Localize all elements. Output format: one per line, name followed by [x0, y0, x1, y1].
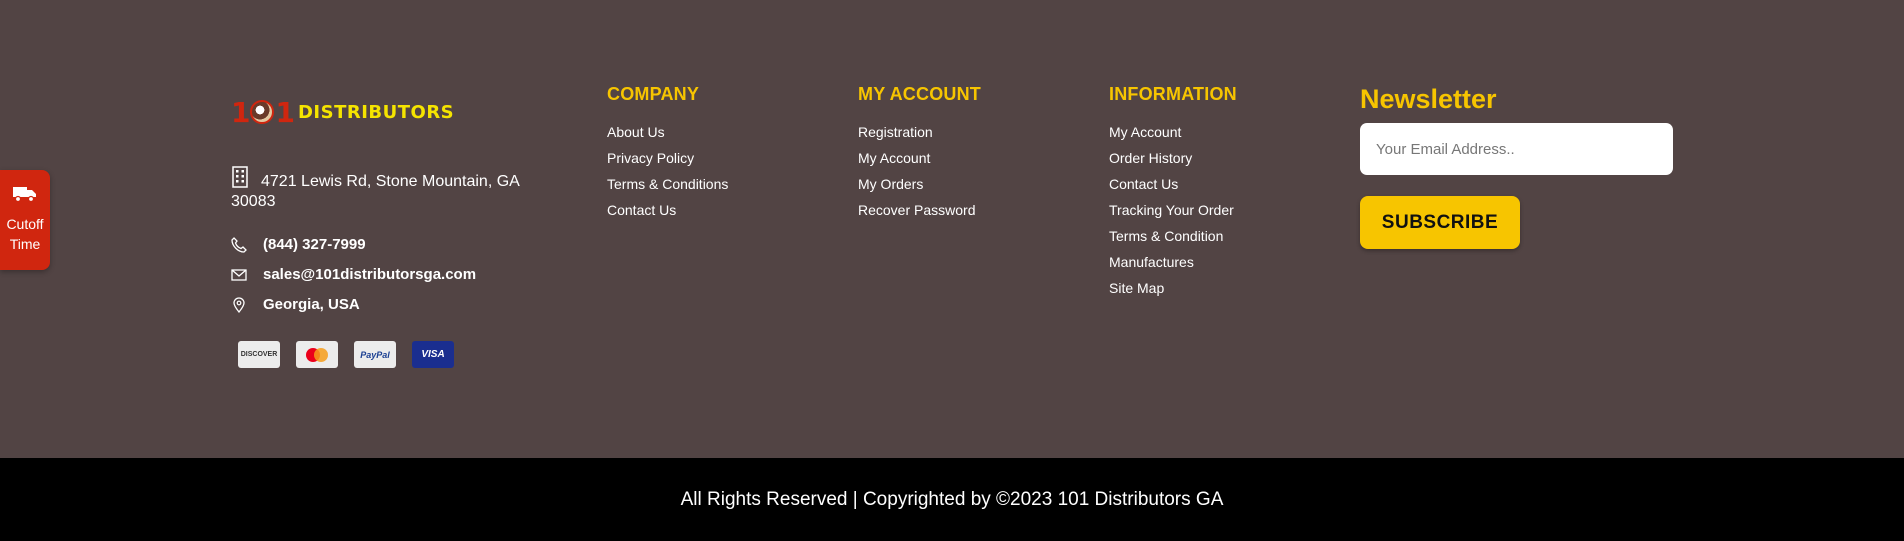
info-link-tracking[interactable]: Tracking Your Order: [1109, 197, 1237, 223]
logo-name: DISTRIBUTORS: [297, 101, 455, 123]
info-link-my-account[interactable]: My Account: [1109, 119, 1237, 145]
email-row[interactable]: sales@101distributorsga.com: [231, 266, 476, 283]
phone-icon: [231, 236, 247, 253]
footer-bottom-bar: All Rights Reserved | Copyrighted by ©20…: [0, 458, 1904, 541]
account-link-registration[interactable]: Registration: [858, 119, 981, 145]
address-row: 4721 Lewis Rd, Stone Mountain, GA 30083: [231, 166, 541, 212]
location-row: Georgia, USA: [231, 296, 360, 313]
address-value: 4721 Lewis Rd, Stone Mountain, GA 30083: [231, 173, 519, 210]
map-pin-icon: [233, 296, 245, 313]
info-link-terms[interactable]: Terms & Condition: [1109, 223, 1237, 249]
brand-logo[interactable]: 11 DISTRIBUTORS: [231, 95, 455, 129]
truck-icon: [13, 187, 36, 203]
mail-icon: [231, 268, 247, 281]
email-value[interactable]: sales@101distributorsga.com: [263, 266, 476, 283]
cutoff-time-label: Cutoff Time: [6, 216, 44, 252]
account-link-recover-password[interactable]: Recover Password: [858, 197, 981, 223]
paypal-icon: PayPal: [354, 341, 396, 368]
phone-value[interactable]: (844) 327-7999: [263, 236, 366, 253]
visa-card-icon: VISA: [412, 341, 454, 368]
company-link-privacy[interactable]: Privacy Policy: [607, 145, 728, 171]
account-heading: MY ACCOUNT: [858, 84, 981, 104]
mastercard-icon: [296, 341, 338, 368]
company-link-about[interactable]: About Us: [607, 119, 728, 145]
info-link-order-history[interactable]: Order History: [1109, 145, 1237, 171]
company-column: COMPANY About Us Privacy Policy Terms & …: [607, 84, 728, 223]
info-link-site-map[interactable]: Site Map: [1109, 275, 1237, 301]
basketball-icon: [250, 100, 275, 124]
location-value: Georgia, USA: [263, 296, 360, 313]
footer-main: Cutoff Time 11 DISTRIBUTORS 4721 Lewis R…: [0, 0, 1904, 458]
cutoff-time-tab[interactable]: Cutoff Time: [0, 170, 50, 270]
information-heading: INFORMATION: [1109, 84, 1237, 104]
copyright-text: All Rights Reserved | Copyrighted by ©20…: [680, 488, 1224, 510]
newsletter-heading: Newsletter: [1360, 84, 1497, 114]
info-link-contact[interactable]: Contact Us: [1109, 171, 1237, 197]
company-link-contact[interactable]: Contact Us: [607, 197, 728, 223]
logo-mark: 11: [231, 95, 295, 129]
phone-row[interactable]: (844) 327-7999: [231, 236, 366, 253]
information-column: INFORMATION My Account Order History Con…: [1109, 84, 1237, 301]
account-link-my-account[interactable]: My Account: [858, 145, 981, 171]
payment-methods: DISCOVER PayPal VISA: [238, 341, 454, 368]
info-link-manufactures[interactable]: Manufactures: [1109, 249, 1237, 275]
company-link-terms[interactable]: Terms & Conditions: [607, 171, 728, 197]
account-column: MY ACCOUNT Registration My Account My Or…: [858, 84, 981, 223]
discover-card-icon: DISCOVER: [238, 341, 280, 368]
account-link-my-orders[interactable]: My Orders: [858, 171, 981, 197]
newsletter-email-input[interactable]: [1360, 123, 1673, 175]
company-heading: COMPANY: [607, 84, 700, 104]
building-icon: [232, 166, 248, 188]
newsletter-section: Newsletter SUBSCRIBE: [1360, 84, 1673, 249]
address-text: 4721 Lewis Rd, Stone Mountain, GA 30083: [231, 166, 541, 212]
subscribe-button[interactable]: SUBSCRIBE: [1360, 196, 1520, 249]
